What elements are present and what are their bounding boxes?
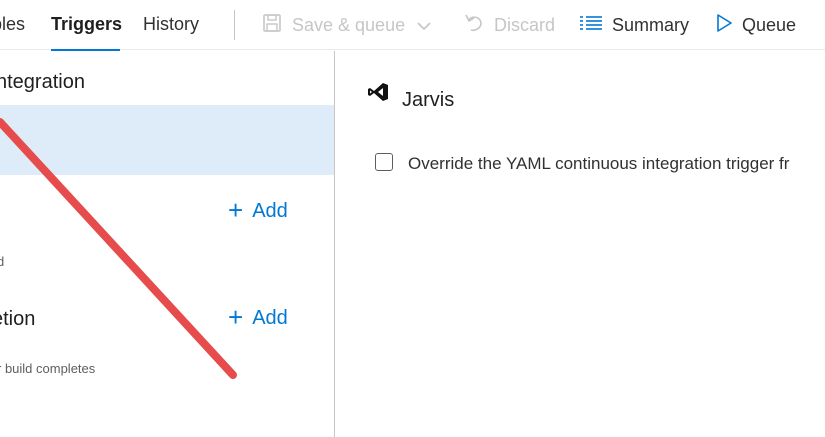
- build-completion-heading: etion: [0, 308, 36, 330]
- tab-triggers[interactable]: Triggers: [51, 14, 122, 35]
- build-completion-description: r build completes: [0, 361, 96, 376]
- selected-trigger-row[interactable]: [0, 105, 334, 175]
- list-icon: [580, 15, 602, 36]
- discard-label: Discard: [494, 14, 556, 35]
- triggers-list-pane: ntegration + Add d etion + Add r build c…: [0, 51, 335, 437]
- plus-icon: +: [228, 194, 244, 225]
- tab-variables[interactable]: bles: [0, 14, 25, 35]
- repository-name: Jarvis: [402, 89, 455, 111]
- discard-button[interactable]: Discard: [464, 12, 555, 38]
- queue-button[interactable]: Queue: [716, 12, 796, 38]
- summary-label: Summary: [612, 14, 690, 35]
- summary-button[interactable]: Summary: [580, 12, 689, 38]
- toolbar: bles Triggers History Save & queue Disca…: [0, 0, 825, 51]
- toolbar-divider: [234, 10, 235, 40]
- plus-icon: +: [228, 301, 244, 332]
- add-scheduled-trigger-button[interactable]: + Add: [228, 194, 288, 225]
- visual-studio-icon: [367, 82, 389, 107]
- add-label: Add: [252, 200, 288, 222]
- tab-history[interactable]: History: [143, 14, 199, 35]
- add-build-completion-trigger-button[interactable]: + Add: [228, 301, 288, 332]
- play-icon: [716, 13, 732, 37]
- save-and-queue-label: Save & queue: [292, 14, 406, 35]
- queue-label: Queue: [742, 14, 797, 35]
- undo-icon: [464, 12, 484, 39]
- trigger-details-pane: Jarvis Override the YAML continuous inte…: [335, 51, 825, 437]
- save-and-queue-button[interactable]: Save & queue: [262, 12, 431, 38]
- save-icon: [262, 13, 282, 38]
- chevron-down-icon[interactable]: [417, 15, 431, 36]
- add-label: Add: [252, 307, 288, 329]
- continuous-integration-heading: ntegration: [0, 71, 85, 93]
- scheduled-description: d: [0, 254, 5, 269]
- override-yaml-trigger-checkbox[interactable]: [375, 153, 393, 171]
- override-yaml-trigger-label[interactable]: Override the YAML continuous integration…: [408, 154, 789, 174]
